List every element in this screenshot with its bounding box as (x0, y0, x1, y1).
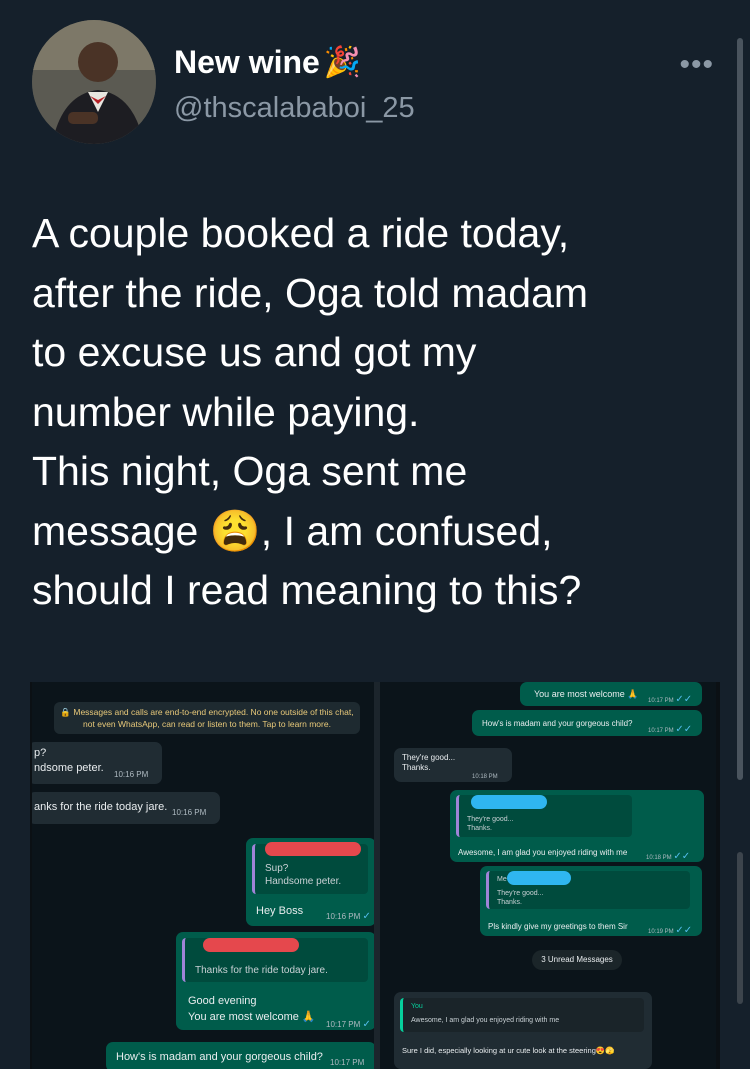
read-tick-icon: ✓✓ (675, 724, 693, 735)
chat-screenshot-right: You are most welcome 🙏 10:17 PM ✓✓ How's… (380, 682, 716, 1069)
message-text: Hey Boss (256, 905, 304, 917)
outgoing-message: Me They're good... Thanks. Pls kindly gi… (480, 866, 702, 936)
time-value: 10:19 PM (648, 929, 674, 935)
avatar-photo (32, 20, 156, 144)
chat-screenshot-left: 🔒 Messages and calls are end-to-end encr… (32, 682, 374, 1069)
message-time: 10:17 PM ✓✓ (648, 693, 692, 708)
quote-line: Thanks. (467, 825, 492, 832)
quote-line: They're good... (497, 890, 544, 897)
message-line: Good evening (188, 995, 257, 1007)
quote-line: Thanks for the ride today jare. (195, 965, 328, 976)
message-text: Pls kindly give my greetings to them Sir (488, 922, 628, 931)
message-time: 10:19 PM ✓✓ (648, 924, 692, 939)
message-line: ndsome peter. (34, 762, 104, 774)
outgoing-message: Thanks for the ride today jare. Good eve… (176, 932, 374, 1030)
message-line: They're good... (402, 753, 456, 762)
quoted-message: They're good... Thanks. (456, 795, 632, 837)
outgoing-message: How's is madam and your gorgeous child? … (106, 1042, 374, 1069)
message-line: You are most welcome 🙏 (188, 1011, 316, 1023)
quote-sender: You (411, 1003, 423, 1010)
quote-line: Thanks. (497, 899, 522, 906)
quote-line: Sup? (265, 863, 289, 874)
message-time: 10:16 PM ✓ (326, 910, 371, 924)
message-time: 10:16 PM (172, 808, 207, 817)
message-time: 10:17 PM ✓✓ (648, 723, 692, 738)
quote-line: They're good... (467, 816, 514, 823)
time-value: 10:17 PM (648, 728, 674, 734)
message-text: Awesome, I am glad you enjoyed riding wi… (458, 848, 628, 857)
quoted-message: Me They're good... Thanks. (486, 871, 690, 909)
message-time: 10:17 PM (330, 1058, 365, 1067)
message-text: anks for the ride today jare. (34, 801, 168, 813)
redacted-name (471, 795, 547, 809)
more-options-icon[interactable]: ••• (679, 48, 714, 82)
message-text: How's is madam and your gorgeous child? (116, 1051, 323, 1063)
display-name[interactable]: New wine (174, 44, 320, 81)
redacted-name (507, 871, 571, 885)
encryption-note: 🔒 Messages and calls are end-to-end encr… (54, 702, 360, 734)
outgoing-message: Sup? Handsome peter. Hey Boss 10:16 PM ✓ (246, 838, 374, 926)
scrollbar-track-lower (737, 852, 743, 1004)
time-value: 10:16 PM (326, 912, 361, 921)
message-time: 10:17 PM ✓ (326, 1018, 371, 1032)
read-tick-icon: ✓✓ (675, 694, 693, 705)
message-text: How's is madam and your gorgeous child? (482, 719, 633, 728)
tweet-media[interactable]: 🔒 Messages and calls are end-to-end encr… (30, 682, 720, 1069)
user-handle[interactable]: @thscalababoi_25 (174, 92, 415, 125)
unread-messages-label: 3 Unread Messages (532, 950, 622, 970)
read-tick-icon: ✓ (362, 911, 371, 922)
read-tick-icon: ✓✓ (675, 925, 693, 936)
time-value: 10:17 PM (326, 1020, 361, 1029)
outgoing-message: They're good... Thanks. Awesome, I am gl… (450, 790, 704, 862)
quote-line: Handsome peter. (265, 876, 342, 887)
scrollbar[interactable] (737, 38, 743, 780)
outgoing-message: You are most welcome 🙏 10:17 PM ✓✓ (520, 682, 702, 706)
incoming-message: p? ndsome peter. 10:16 PM (32, 742, 162, 784)
avatar[interactable] (32, 20, 156, 144)
incoming-message: You Awesome, I am glad you enjoyed ridin… (394, 992, 652, 1069)
time-value: 10:18 PM (646, 855, 672, 861)
message-text: Sure I did, especially looking at ur cut… (402, 1046, 615, 1055)
quoted-message: Sup? Handsome peter. (252, 842, 368, 894)
name-row: New wine 🎉 (174, 44, 361, 81)
redacted-name (265, 842, 361, 856)
message-text: You are most welcome 🙏 (534, 689, 639, 699)
redacted-name (203, 938, 299, 952)
message-time: 10:16 PM (114, 770, 149, 779)
quoted-message: You Awesome, I am glad you enjoyed ridin… (400, 998, 644, 1032)
message-time: 10:18 PM (472, 774, 498, 780)
tweet-header: New wine 🎉 @thscalababoi_25 ••• (32, 20, 722, 150)
message-line: Thanks. (402, 763, 431, 772)
tweet-text: A couple booked a ride today, after the … (32, 210, 589, 613)
incoming-message: anks for the ride today jare. 10:16 PM (32, 792, 220, 824)
quote-line: Awesome, I am glad you enjoyed riding wi… (411, 1017, 560, 1024)
read-tick-icon: ✓ (362, 1019, 371, 1030)
incoming-message: They're good... Thanks. 10:18 PM (394, 748, 512, 782)
message-line: p? (34, 747, 47, 759)
read-tick-icon: ✓✓ (673, 851, 691, 862)
party-popper-icon: 🎉 (323, 46, 362, 79)
quoted-message: Thanks for the ride today jare. (182, 938, 368, 982)
time-value: 10:17 PM (648, 698, 674, 704)
quote-sender: Me (497, 876, 507, 883)
outgoing-message: How's is madam and your gorgeous child? … (472, 710, 702, 736)
message-time: 10:18 PM ✓✓ (646, 850, 690, 865)
